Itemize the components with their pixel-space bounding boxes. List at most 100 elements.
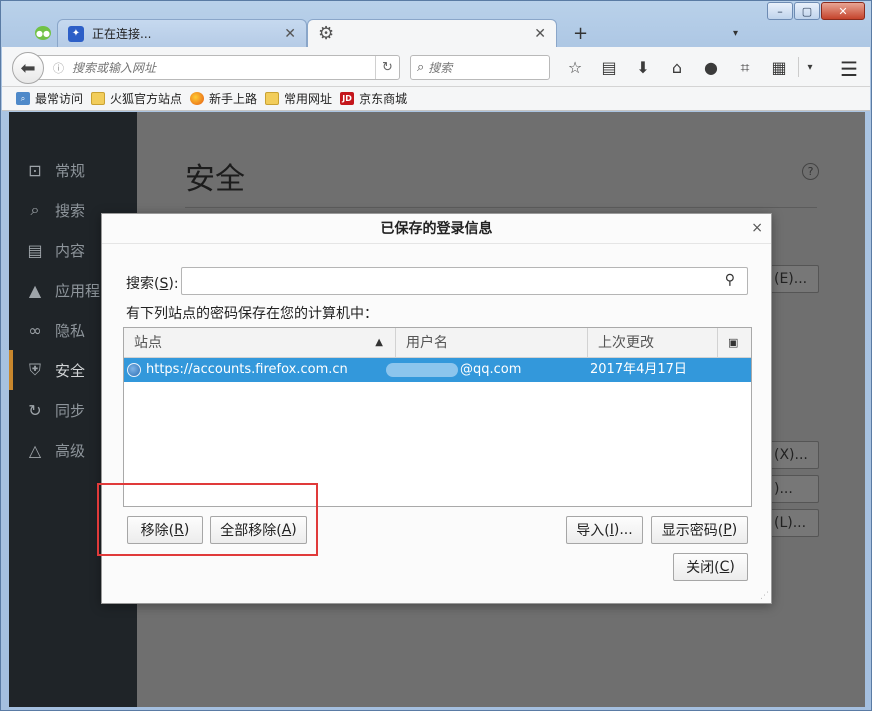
wechat-icon: ●●	[35, 26, 51, 40]
show-passwords-button[interactable]: 显示密码(P)	[651, 516, 748, 544]
master-password-button[interactable]: (L)...	[767, 509, 819, 537]
table-header: 站点 ▲ 用户名 上次更改 ▣	[124, 328, 751, 358]
reading-list-icon[interactable]: ▤	[592, 55, 626, 80]
sync-icon: ↻	[28, 400, 42, 420]
url-input[interactable]	[72, 60, 342, 75]
bookmark-label: 最常访问	[35, 92, 84, 106]
bookmark-label: 京东商城	[359, 92, 408, 106]
sidebar-item-label: 高级	[55, 441, 86, 460]
close-icon[interactable]: ×	[751, 220, 763, 236]
logins-search-input[interactable]	[182, 268, 702, 294]
search-bar[interactable]: ⌕	[410, 55, 550, 80]
jd-icon: JD	[340, 92, 355, 105]
chat-icon[interactable]: ●	[694, 55, 728, 80]
grid-icon[interactable]: ▦	[762, 55, 796, 80]
divider	[185, 207, 817, 208]
magnifier-icon: ⚲	[724, 272, 735, 288]
sort-ascending-icon: ▲	[375, 337, 383, 348]
bookmark-label: 新手上路	[209, 92, 258, 106]
bookmark-star-icon[interactable]: ☆	[558, 55, 592, 80]
logins-search-field[interactable]: ⚲	[181, 267, 748, 295]
url-bar[interactable]: ⓘ ↻	[32, 55, 400, 80]
column-picker-icon[interactable]: ▣	[718, 328, 752, 358]
wizard-hat-icon: △	[28, 440, 42, 460]
exceptions-button[interactable]: (E)...	[767, 265, 819, 293]
redacted-blur	[386, 362, 458, 377]
bookmark-getting-started[interactable]: 新手上路	[190, 90, 257, 107]
back-button[interactable]: ⬅	[12, 52, 44, 84]
sidebar-item-label: 安全	[55, 361, 86, 380]
toolbar-separator	[798, 57, 799, 77]
minimize-button[interactable]: –	[767, 2, 793, 20]
column-header-username[interactable]: 用户名	[396, 328, 588, 358]
window-controls: – ▢ ✕	[767, 2, 865, 20]
bookmark-firefox-official[interactable]: 火狐官方站点	[91, 90, 182, 107]
search-icon: ⌕	[30, 200, 40, 219]
gear-icon: ⚙	[318, 23, 335, 44]
rocket-icon: ▲	[28, 280, 42, 300]
crop-icon[interactable]: ⌗	[728, 55, 762, 80]
paw-icon: ✦	[68, 25, 84, 42]
mask-icon: ∞	[28, 320, 42, 340]
column-header-site[interactable]: 站点 ▲	[124, 328, 396, 358]
sidebar-item-label: 内容	[55, 241, 86, 260]
tab-close-icon[interactable]: ✕	[534, 26, 546, 42]
sidebar-item-label: 常规	[55, 161, 86, 180]
row-username: @qq.com	[386, 358, 521, 382]
general-icon: ⊡	[28, 160, 42, 180]
resize-grip-icon[interactable]: ⋰	[760, 591, 769, 601]
navigation-bar: ⓘ ↻ ⬅ ⌕ ☆ ▤ ⬇ ⌂ ● ⌗ ▦ ▾ ☰	[2, 47, 870, 87]
home-icon[interactable]: ⌂	[660, 55, 694, 80]
row-last-changed: 2017年4月17日	[590, 362, 687, 377]
new-tab-button[interactable]: +	[563, 19, 588, 47]
hamburger-menu-icon[interactable]: ☰	[840, 57, 858, 81]
exceptions-button-2[interactable]: (X)...	[767, 441, 819, 469]
download-icon[interactable]: ⬇	[626, 55, 660, 80]
bookmarks-bar: ⌕ 最常访问 火狐官方站点 新手上路 常用网址 JD 京东商城	[2, 87, 870, 111]
tab-preferences[interactable]: ⚙ ✕	[307, 19, 557, 47]
most-visited-icon: ⌕	[16, 92, 30, 105]
page-title: 安全	[185, 162, 245, 197]
back-arrow-icon: ⬅	[20, 57, 36, 79]
toolbar: ☆ ▤ ⬇ ⌂ ● ⌗ ▦ ▾	[558, 55, 819, 80]
wechat-tab[interactable]: ●●	[25, 19, 61, 47]
bookmark-label: 火狐官方站点	[110, 92, 183, 106]
info-icon[interactable]: ⓘ	[53, 60, 64, 76]
lock-icon: ⛨	[28, 360, 41, 379]
help-icon[interactable]: ?	[802, 163, 819, 180]
saved-logins-button[interactable]: )...	[767, 475, 819, 503]
bookmark-most-visited[interactable]: ⌕ 最常访问	[16, 90, 83, 107]
tab-close-icon[interactable]: ✕	[284, 26, 296, 42]
sidebar-item-label: 应用程	[55, 281, 101, 300]
column-header-last-changed[interactable]: 上次更改	[588, 328, 718, 358]
tab-strip: ●● ✦ 正在连接... ✕ ⚙ ✕ + ▾	[1, 19, 871, 47]
bookmark-common-sites[interactable]: 常用网址	[265, 90, 332, 107]
bookmark-label: 常用网址	[284, 92, 333, 106]
window-close-button[interactable]: ✕	[821, 2, 865, 20]
sidebar-item-label: 隐私	[55, 321, 86, 340]
dialog-close-button[interactable]: 关闭(C)	[673, 553, 748, 581]
search-label: 搜索(S):	[126, 276, 179, 292]
dialog-title: 已保存的登录信息	[102, 214, 771, 244]
reload-icon[interactable]: ↻	[375, 56, 399, 79]
dropdown-icon[interactable]: ▾	[801, 55, 819, 80]
tab-connecting[interactable]: ✦ 正在连接... ✕	[57, 19, 307, 47]
row-site: https://accounts.firefox.com.cn	[146, 362, 348, 377]
table-row[interactable]: https://accounts.firefox.com.cn @qq.com …	[124, 358, 751, 382]
content-icon: ▤	[27, 240, 43, 260]
search-input[interactable]	[428, 60, 529, 75]
import-button[interactable]: 导入(I)...	[566, 516, 643, 544]
maximize-button[interactable]: ▢	[794, 2, 820, 20]
sidebar-item-label: 搜索	[55, 201, 86, 220]
folder-icon	[91, 92, 106, 105]
bookmark-jd[interactable]: JD 京东商城	[340, 90, 407, 107]
sidebar-item-general[interactable]: ⊡ 常规	[9, 150, 137, 190]
tab-title: 正在连接...	[92, 27, 152, 41]
logins-table: 站点 ▲ 用户名 上次更改 ▣ https://accounts.firefox…	[123, 327, 752, 507]
logins-description: 有下列站点的密码保存在您的计算机中：	[126, 306, 378, 322]
annotation-highlight-box	[97, 483, 318, 556]
browser-window: – ▢ ✕ ●● ✦ 正在连接... ✕ ⚙ ✕ + ▾ ⓘ ↻ ⬅ ⌕	[0, 0, 872, 711]
firefox-icon	[190, 92, 205, 105]
folder-icon	[265, 92, 280, 105]
tab-list-button[interactable]: ▾	[723, 19, 747, 47]
